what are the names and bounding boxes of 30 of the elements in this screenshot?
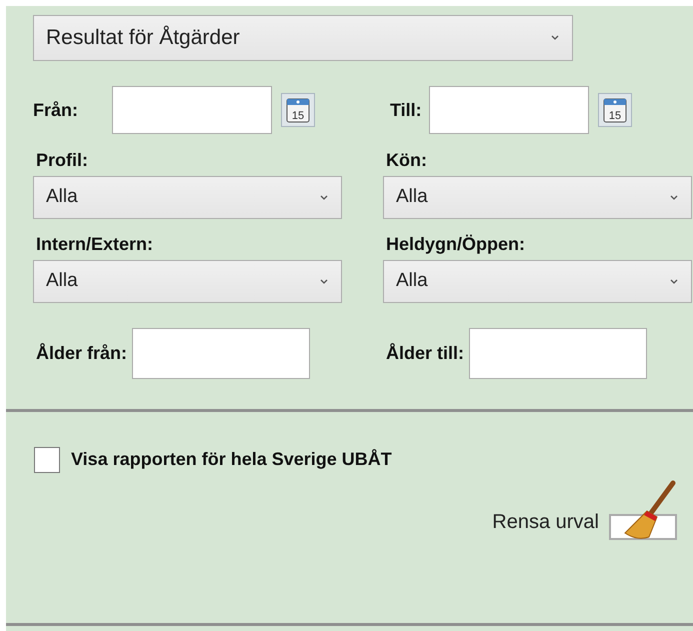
filter-label: Kön: xyxy=(385,149,428,172)
date-label: Från: xyxy=(33,98,79,122)
dropdown[interactable]: Alla xyxy=(33,176,342,219)
date-field[interactable] xyxy=(429,86,589,134)
age-label: Ålder från: xyxy=(35,342,128,365)
dropdown[interactable]: Resultat för Åtgärder xyxy=(33,15,573,61)
dropdown[interactable]: Alla xyxy=(383,176,692,219)
calendar-icon: 15 xyxy=(286,97,310,123)
dropdown[interactable]: Alla xyxy=(33,260,342,303)
age-field[interactable] xyxy=(132,328,310,379)
filter-label: Profil: xyxy=(35,149,89,172)
chevron-down-icon xyxy=(550,34,560,42)
chevron-down-icon xyxy=(669,194,679,202)
clear-selection-label: Rensa urval xyxy=(492,510,599,535)
checkbox-label: Visa rapporten för hela Sverige UBÅT xyxy=(71,448,392,471)
chevron-down-icon xyxy=(319,278,329,286)
age-label: Ålder till: xyxy=(385,342,464,365)
age-field[interactable] xyxy=(469,328,648,379)
filter-label: Heldygn/Öppen: xyxy=(385,233,526,256)
calendar-button[interactable]: 15 xyxy=(598,93,632,127)
calendar-button[interactable]: 15 xyxy=(281,93,315,127)
checkbox[interactable] xyxy=(34,446,60,472)
date-label: Till: xyxy=(390,98,423,122)
filter-label: Intern/Extern: xyxy=(35,233,154,256)
chevron-down-icon xyxy=(319,194,329,202)
dropdown[interactable]: Alla xyxy=(383,260,692,303)
chevron-down-icon xyxy=(669,278,679,286)
clear-selection-button[interactable] xyxy=(609,479,677,543)
date-field[interactable] xyxy=(112,86,272,134)
calendar-icon: 15 xyxy=(603,97,627,123)
